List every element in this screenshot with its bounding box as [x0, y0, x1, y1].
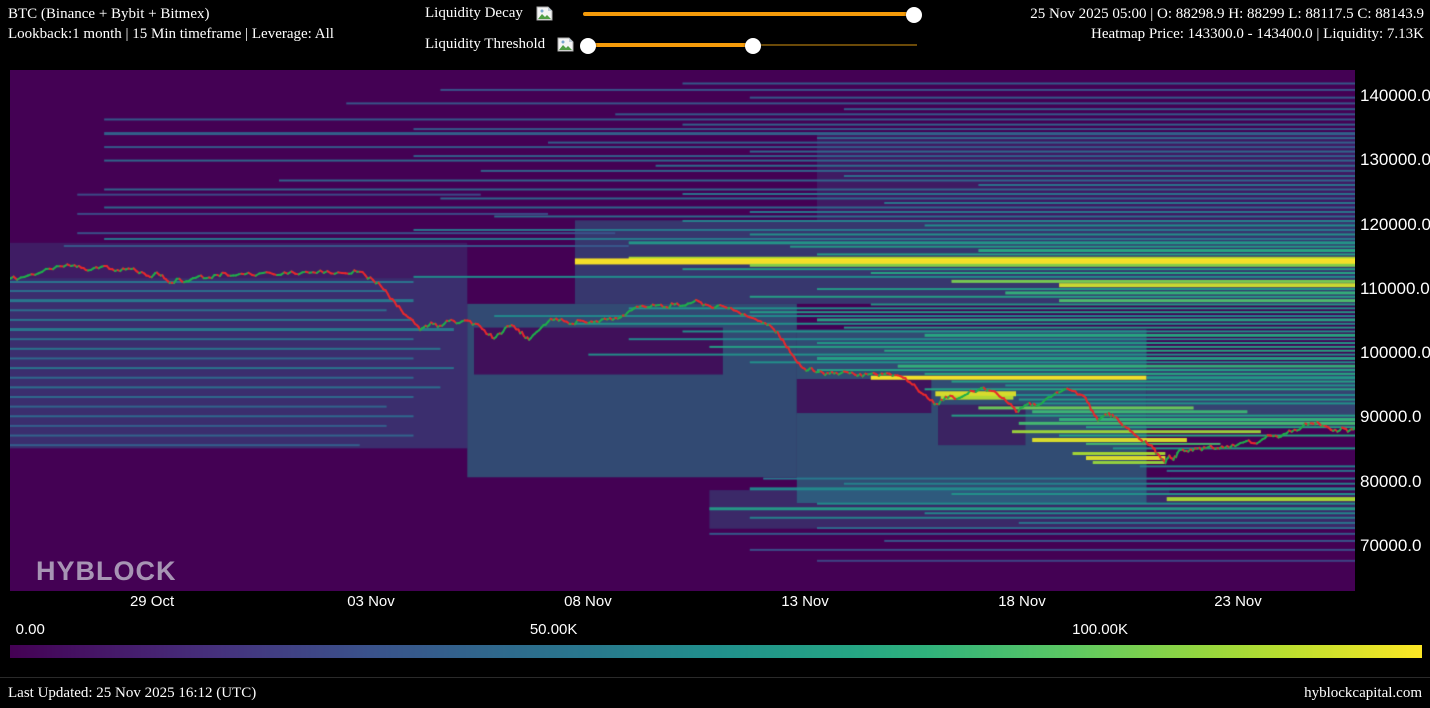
x-tick-label: 08 Nov [564, 593, 612, 610]
chart-area: HYBLOCK 140000.0 130000.0 120000.0 110000.0… [0, 62, 1430, 610]
hyblock-watermark: HYBLOCK [36, 556, 177, 587]
y-tick-label: 80000.0 [1360, 472, 1421, 492]
footer: Last Updated: 25 Nov 2025 16:12 (UTC) hy… [0, 677, 1430, 708]
liquidity-threshold-slider[interactable] [583, 44, 917, 46]
y-tick-label: 90000.0 [1360, 407, 1421, 427]
liquidation-heatmap-canvas[interactable] [10, 70, 1355, 591]
chart-title: BTC (Binance + Bybit + Bitmex) [8, 4, 334, 24]
site-link[interactable]: hyblockcapital.com [1304, 685, 1422, 702]
x-tick-label: 23 Nov [1214, 593, 1262, 610]
y-tick-label: 140000.0 [1360, 86, 1430, 106]
title-block: BTC (Binance + Bybit + Bitmex) Lookback:… [8, 4, 334, 44]
colorbar-gradient [10, 645, 1422, 658]
y-tick-label: 100000.0 [1360, 343, 1430, 363]
broken-image-icon [536, 6, 553, 21]
liquidity-threshold-row: Liquidity Threshold [425, 35, 935, 55]
heatmap-readout: Heatmap Price: 143300.0 - 143400.0 | Liq… [1030, 24, 1424, 44]
x-tick-label: 13 Nov [781, 593, 829, 610]
top-bar: BTC (Binance + Bybit + Bitmex) Lookback:… [0, 0, 1430, 62]
y-axis-labels: 140000.0 130000.0 120000.0 110000.0 100000.0… [1360, 70, 1430, 591]
colorbar-zone: 0.00 50.00K 100.00K [0, 618, 1430, 664]
liquidity-threshold-thumb-high[interactable] [745, 38, 761, 54]
liquidity-decay-slider[interactable] [583, 13, 917, 15]
liquidity-decay-thumb[interactable] [906, 7, 922, 23]
colorbar-labels: 0.00 50.00K 100.00K [10, 621, 1422, 639]
slider-block: Liquidity Decay Liquidity Threshold [425, 0, 935, 62]
liquidity-decay-label: Liquidity Decay [425, 5, 523, 22]
y-tick-label: 120000.0 [1360, 215, 1430, 235]
chart-subtitle: Lookback:1 month | 15 Min timeframe | Le… [8, 24, 334, 44]
y-tick-label: 110000.0 [1360, 279, 1430, 299]
liquidity-threshold-label: Liquidity Threshold [425, 36, 545, 53]
y-tick-label: 130000.0 [1360, 150, 1430, 170]
x-axis-labels: 29 Oct 03 Nov 08 Nov 13 Nov 18 Nov 23 Nov [10, 593, 1355, 613]
liquidity-threshold-fill [588, 43, 753, 47]
x-tick-label: 03 Nov [347, 593, 395, 610]
liquidity-threshold-thumb-low[interactable] [580, 38, 596, 54]
last-updated: Last Updated: 25 Nov 2025 16:12 (UTC) [8, 685, 256, 702]
info-block: 25 Nov 2025 05:00 | O: 88298.9 H: 88299 … [1030, 4, 1424, 44]
ohlc-readout: 25 Nov 2025 05:00 | O: 88298.9 H: 88299 … [1030, 4, 1424, 24]
colorbar-tick-label: 100.00K [1072, 621, 1128, 638]
colorbar-tick-label: 50.00K [530, 621, 578, 638]
colorbar-tick-label: 0.00 [16, 621, 45, 638]
x-tick-label: 29 Oct [130, 593, 174, 610]
y-tick-label: 70000.0 [1360, 536, 1421, 556]
liquidity-decay-row: Liquidity Decay [425, 4, 935, 24]
liquidity-decay-fill [583, 12, 914, 16]
x-tick-label: 18 Nov [998, 593, 1046, 610]
broken-image-icon [557, 37, 574, 52]
